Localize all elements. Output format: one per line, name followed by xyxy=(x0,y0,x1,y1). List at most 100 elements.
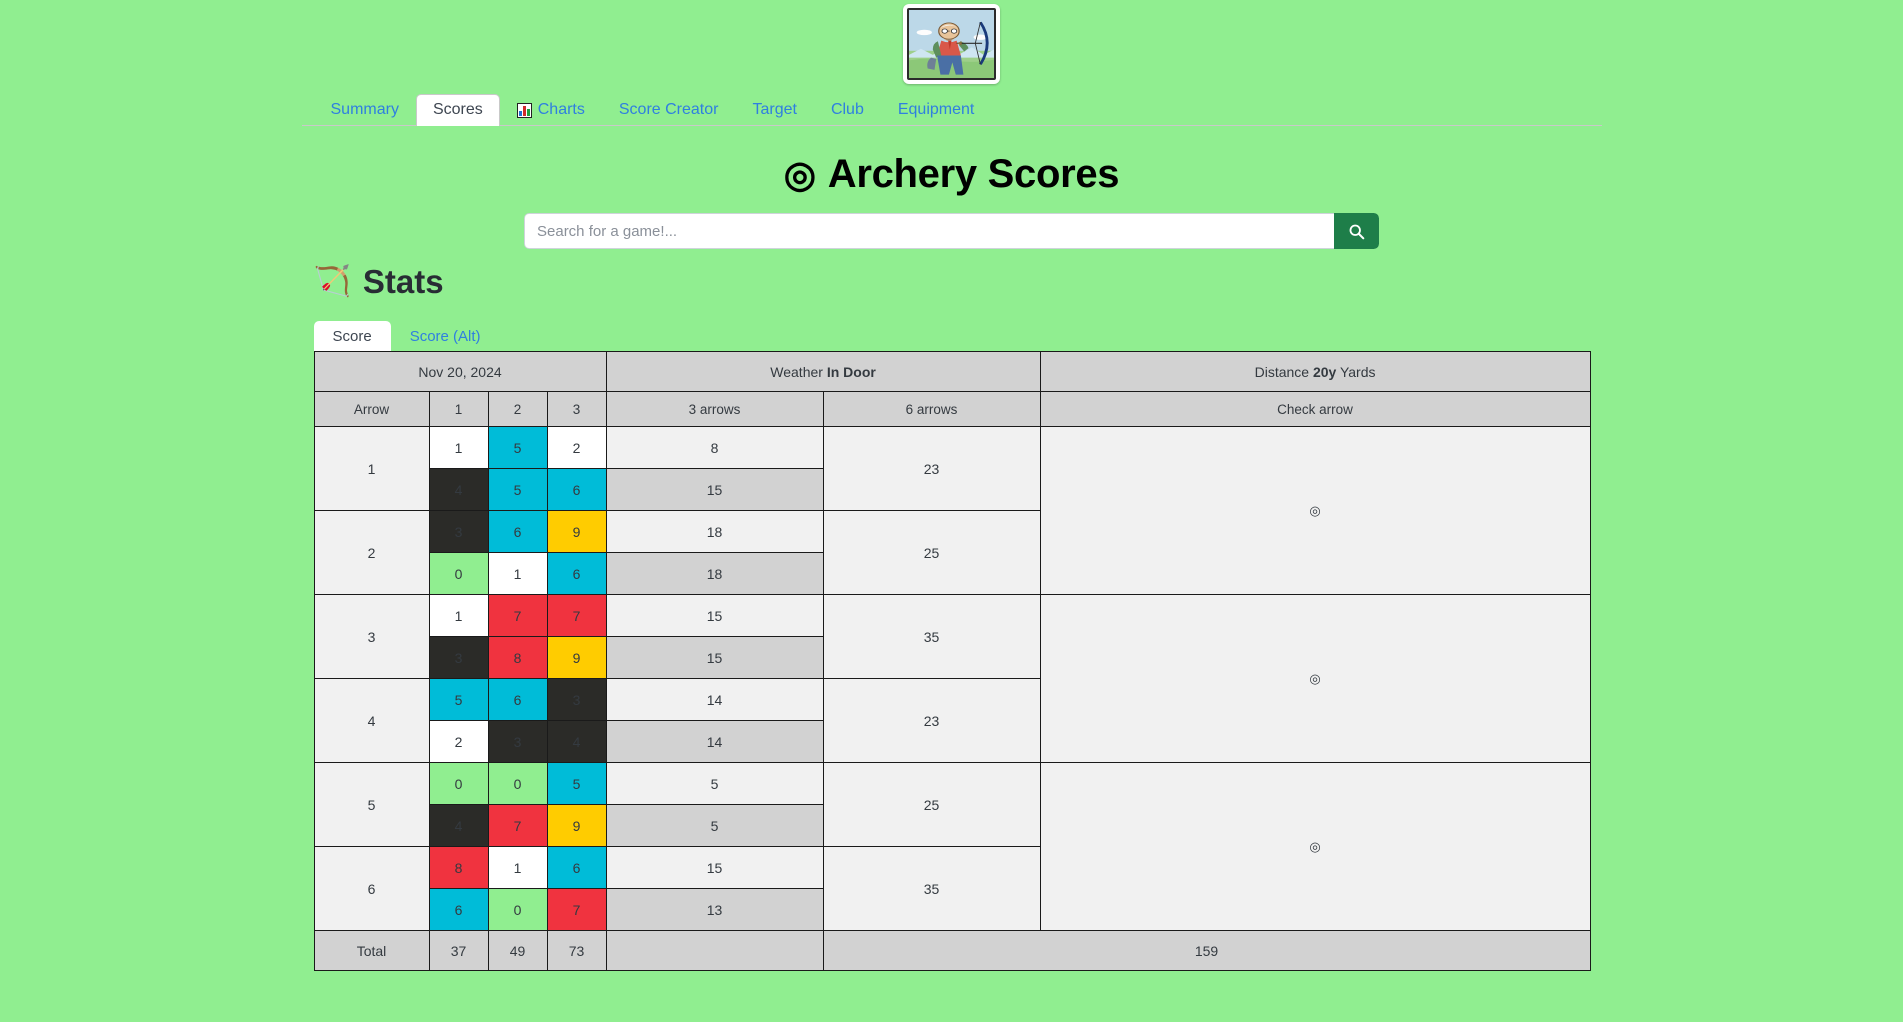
score-cell[interactable]: 3 xyxy=(487,720,548,763)
target-icon: ◎ xyxy=(1309,839,1321,854)
search-button[interactable] xyxy=(1334,213,1379,249)
subtab-label: Score (Alt) xyxy=(409,328,481,345)
search-container xyxy=(0,213,1903,249)
score-cell[interactable]: 6 xyxy=(546,552,607,595)
row-arrow-index: 6 xyxy=(313,846,430,931)
col-header-2: 2 xyxy=(487,391,548,427)
meta-distance-value: 20y xyxy=(1312,363,1337,380)
score-cell[interactable]: 7 xyxy=(487,804,548,847)
score-cell[interactable]: 4 xyxy=(546,720,607,763)
meta-weather-label: Weather xyxy=(770,363,823,380)
sum-6-arrows: 25 xyxy=(822,510,1041,595)
score-cell[interactable]: 0 xyxy=(428,552,489,595)
check-arrow-cell[interactable]: ◎ xyxy=(1039,426,1591,595)
score-cell[interactable]: 5 xyxy=(428,678,489,721)
score-cell[interactable]: 1 xyxy=(487,552,548,595)
score-cell[interactable]: 5 xyxy=(487,468,548,511)
table-row: 3 1 7 7 15 35 ◎ xyxy=(313,594,1591,763)
col-header-check-arrow: Check arrow xyxy=(1039,391,1591,427)
score-cell[interactable]: 1 xyxy=(428,426,489,469)
score-cell[interactable]: 6 xyxy=(487,510,548,553)
search-input[interactable] xyxy=(524,213,1334,249)
score-cell[interactable]: 7 xyxy=(487,594,548,637)
score-cell[interactable]: 1 xyxy=(428,594,489,637)
nav-tab-label: Club xyxy=(830,101,864,118)
row-arrow-index: 1 xyxy=(313,426,430,511)
score-cell[interactable]: 6 xyxy=(546,846,607,889)
score-cell[interactable]: 7 xyxy=(546,594,607,637)
row-arrow-index: 2 xyxy=(313,510,430,595)
nav-tab-target[interactable]: Target xyxy=(735,94,813,126)
nav-tab-charts[interactable]: Charts xyxy=(500,94,602,126)
subtab-score[interactable]: Score xyxy=(313,321,391,351)
score-subtabs: Score Score (Alt) xyxy=(302,319,1602,351)
meta-date: Nov 20, 2024 xyxy=(313,351,607,392)
page-title-text: Archery Scores xyxy=(827,152,1120,196)
score-cell[interactable]: 6 xyxy=(428,888,489,931)
nav-tab-summary[interactable]: Summary xyxy=(314,94,416,126)
score-cell[interactable]: 4 xyxy=(428,468,489,511)
target-icon: ◎ xyxy=(1309,503,1321,518)
score-cell[interactable]: 2 xyxy=(546,426,607,469)
bow-and-arrow-icon: 🏹 xyxy=(313,265,351,298)
score-cell[interactable]: 3 xyxy=(428,636,489,679)
bar-chart-icon xyxy=(516,102,532,118)
col-header-3: 3 xyxy=(546,391,607,427)
score-cell[interactable]: 5 xyxy=(546,762,607,805)
nav-tab-label: Summary xyxy=(330,101,399,118)
table-header-row: Arrow 1 2 3 3 arrows 6 arrows Check arro… xyxy=(313,391,1591,427)
total-blank xyxy=(605,930,824,971)
sum-3-arrows: 18 xyxy=(605,510,824,553)
nav-tab-label: Equipment xyxy=(897,101,975,118)
score-cell[interactable]: 3 xyxy=(428,510,489,553)
score-cell[interactable]: 6 xyxy=(487,678,548,721)
logo-container xyxy=(0,0,1903,84)
sum-3-arrows: 18 xyxy=(605,552,824,595)
score-cell[interactable]: 8 xyxy=(487,636,548,679)
check-arrow-cell[interactable]: ◎ xyxy=(1039,594,1591,763)
score-cell[interactable]: 6 xyxy=(546,468,607,511)
nav-tab-score-creator[interactable]: Score Creator xyxy=(602,94,736,126)
score-cell[interactable]: 4 xyxy=(428,804,489,847)
score-cell[interactable]: 0 xyxy=(487,762,548,805)
page-title: ◎ Archery Scores xyxy=(0,152,1903,197)
sum-6-arrows: 23 xyxy=(822,426,1041,511)
meta-weather-value: In Door xyxy=(826,363,876,380)
meta-distance: Distance 20y Yards xyxy=(1039,351,1591,392)
score-cell[interactable]: 9 xyxy=(546,636,607,679)
score-cell[interactable]: 5 xyxy=(487,426,548,469)
nav-tab-equipment[interactable]: Equipment xyxy=(881,94,992,126)
meta-distance-unit: Yards xyxy=(1339,363,1376,380)
check-arrow-cell[interactable]: ◎ xyxy=(1039,762,1591,931)
search-icon xyxy=(1349,224,1365,239)
stats-heading: 🏹 Stats xyxy=(302,263,1602,301)
score-cell[interactable]: 1 xyxy=(487,846,548,889)
score-cell[interactable]: 9 xyxy=(546,804,607,847)
sum-3-arrows: 15 xyxy=(605,468,824,511)
nav-tab-scores[interactable]: Scores xyxy=(415,94,500,126)
sum-3-arrows: 13 xyxy=(605,888,824,931)
sum-3-arrows: 15 xyxy=(605,594,824,637)
col-header-1: 1 xyxy=(428,391,489,427)
score-cell[interactable]: 2 xyxy=(428,720,489,763)
total-col-2: 49 xyxy=(487,930,548,971)
site-logo[interactable] xyxy=(903,4,1000,84)
row-arrow-index: 3 xyxy=(313,594,430,679)
score-cell[interactable]: 7 xyxy=(546,888,607,931)
sum-3-arrows: 15 xyxy=(605,636,824,679)
scores-table: Nov 20, 2024 Weather In Door Distance 20… xyxy=(313,351,1591,971)
scores-table-body: Nov 20, 2024 Weather In Door Distance 20… xyxy=(313,351,1591,427)
nav-tab-club[interactable]: Club xyxy=(814,94,881,126)
total-grand: 159 xyxy=(822,930,1591,971)
sum-3-arrows: 15 xyxy=(605,846,824,889)
row-arrow-index: 4 xyxy=(313,678,430,763)
main-nav: Summary Scores Charts Score Creator Targ… xyxy=(301,92,1602,126)
score-cell[interactable]: 0 xyxy=(487,888,548,931)
table-total-row: Total 37 49 73 159 xyxy=(313,930,1591,971)
sum-3-arrows: 5 xyxy=(605,762,824,805)
score-cell[interactable]: 9 xyxy=(546,510,607,553)
subtab-score-alt[interactable]: Score (Alt) xyxy=(391,321,500,351)
score-cell[interactable]: 3 xyxy=(546,678,607,721)
score-cell[interactable]: 0 xyxy=(428,762,489,805)
score-cell[interactable]: 8 xyxy=(428,846,489,889)
